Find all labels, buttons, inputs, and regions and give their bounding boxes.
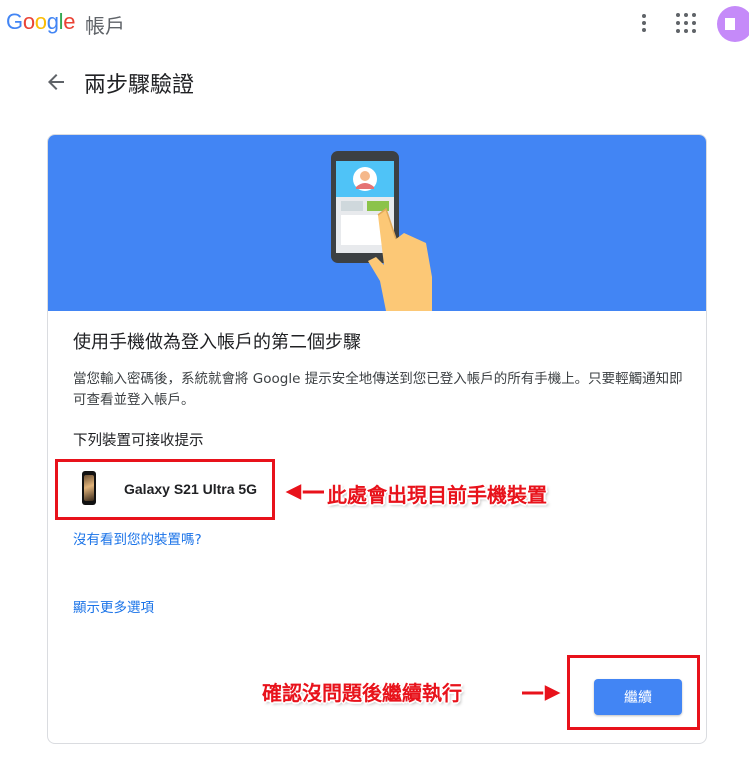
apps-grid-icon[interactable] <box>676 13 696 33</box>
continue-annotation: 確認沒問題後繼續執行 <box>262 681 462 705</box>
arrow-left-icon[interactable] <box>44 70 68 94</box>
arrow-left-annotation <box>282 481 324 503</box>
device-annotation: 此處會出現目前手機裝置 <box>327 483 547 507</box>
logo-letter: o <box>22 9 35 34</box>
logo-letter: g <box>46 9 59 34</box>
card-title: 使用手機做為登入帳戶的第二個步驟 <box>73 332 361 353</box>
devices-subhead: 下列裝置可接收提示 <box>73 433 204 449</box>
arrow-right-annotation <box>522 682 564 704</box>
top-bar: Google 帳戶 <box>0 0 749 46</box>
continue-highlight-box <box>567 655 700 730</box>
logo-letter: o <box>34 9 47 34</box>
google-logo[interactable]: Google <box>6 9 75 35</box>
logo-letter: e <box>63 9 76 34</box>
logo-letter: G <box>6 9 23 34</box>
page-title: 兩步驟驗證 <box>84 73 195 98</box>
two-step-card: 使用手機做為登入帳戶的第二個步驟 當您輸入密碼後，系統就會將 Google 提示… <box>47 134 707 744</box>
description: 當您輸入密碼後，系統就會將 Google 提示安全地傳送到您已登入帳戶的所有手機… <box>73 371 683 408</box>
avatar[interactable] <box>717 6 749 42</box>
hero-banner <box>48 135 706 311</box>
missing-device-link[interactable]: 沒有看到您的裝置嗎? <box>73 528 202 548</box>
device-highlight-box <box>55 459 275 520</box>
more-options-link[interactable]: 顯示更多選項 <box>73 596 154 616</box>
product-name: 帳戶 <box>85 14 125 38</box>
more-vert-icon[interactable] <box>636 12 652 34</box>
phone-illustration <box>331 151 432 311</box>
